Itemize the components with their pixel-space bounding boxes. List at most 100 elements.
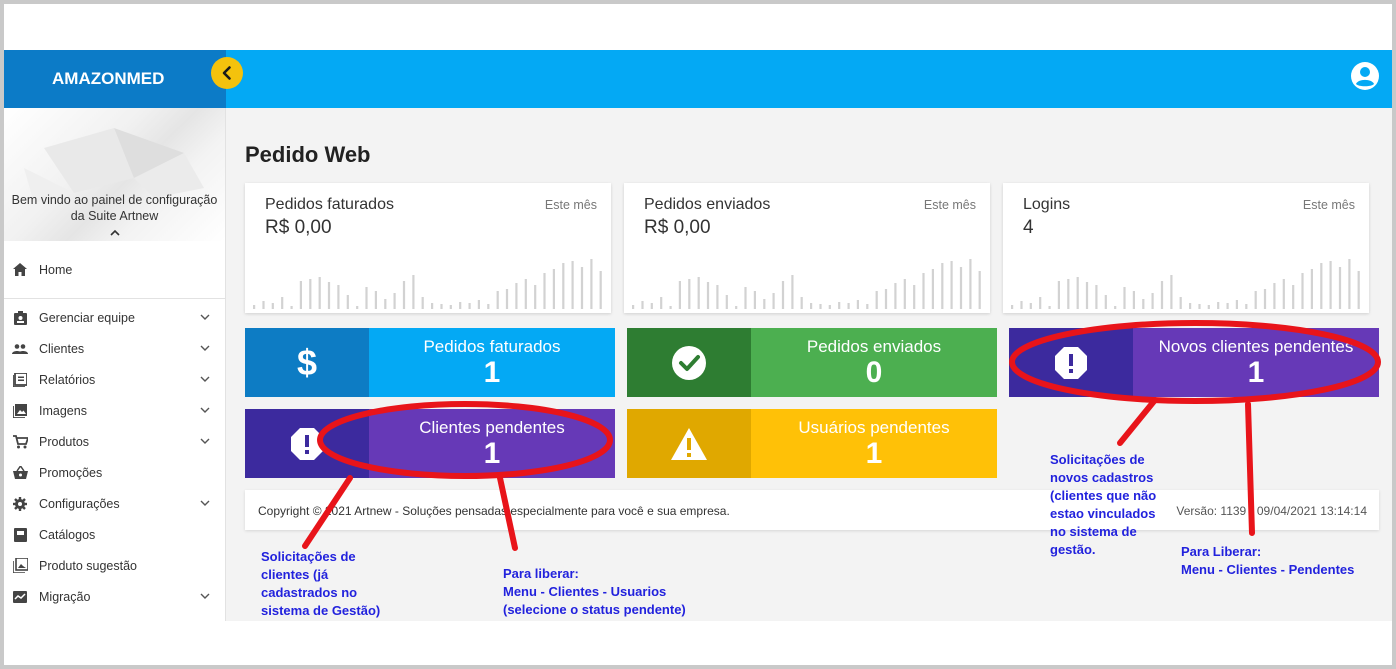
sparkline-bar xyxy=(1104,295,1107,309)
sparkline-bar xyxy=(524,279,527,309)
sparkline-bar xyxy=(819,304,822,309)
tile-icon-box xyxy=(627,328,751,397)
sparkline-bar xyxy=(669,306,672,309)
note-para-liberar-pendentes: Para Liberar: Menu - Clientes - Pendente… xyxy=(1181,543,1354,579)
brand-logo[interactable]: AMAZONMED xyxy=(4,50,226,108)
alert-octagon-icon xyxy=(291,427,323,460)
sidebar-item-gerenciar-equipe[interactable]: Gerenciar equipe xyxy=(4,302,225,333)
stat-value: 4 xyxy=(1023,217,1034,238)
sparkline-bar xyxy=(753,291,756,309)
tile-icon-box xyxy=(1009,328,1133,397)
sparkline-bar xyxy=(1301,273,1304,309)
collapse-banner-caret[interactable] xyxy=(4,226,225,240)
sidebar-item-configuracoes[interactable]: Configurações xyxy=(4,488,225,519)
sparkline-bar xyxy=(337,285,340,309)
gallery-icon xyxy=(12,558,28,574)
sparkline-bar xyxy=(552,269,555,309)
sparkline-bar xyxy=(1226,303,1229,309)
sparkline-bar xyxy=(744,287,747,309)
sparkline-bar xyxy=(487,304,490,309)
note-line: Menu - Clientes - Usuarios xyxy=(503,584,667,599)
chevron-down-icon xyxy=(200,500,210,506)
page-title: Pedido Web xyxy=(245,142,371,167)
sparkline-bar xyxy=(1114,306,1117,309)
note-novos-cadastros: Solicitações de novos cadastros (cliente… xyxy=(1050,451,1156,559)
sparkline-bar xyxy=(894,283,897,309)
bottom-blank-area xyxy=(4,621,1392,665)
sidebar-item-produto-sugestao[interactable]: Produto sugestão xyxy=(4,550,225,581)
tile-usuarios-pendentes[interactable]: Usuários pendentes 1 xyxy=(627,409,997,478)
stat-label: Pedidos faturados xyxy=(265,196,394,213)
check-circle-icon xyxy=(672,345,706,380)
note-line: (clientes que não xyxy=(1050,488,1157,503)
sparkline-bar xyxy=(1123,287,1126,309)
sidebar-item-label: Imagens xyxy=(39,403,87,418)
sparkline-bar xyxy=(1207,305,1210,309)
sparkline-bar xyxy=(318,277,321,309)
stat-value: R$ 0,00 xyxy=(644,217,711,238)
collapse-sidebar-button[interactable] xyxy=(211,57,243,89)
sparkline-bar xyxy=(384,299,387,309)
sparkline-bar xyxy=(791,275,794,309)
stat-card-logins: Logins 4 Este mês xyxy=(1003,183,1369,313)
sparkline-bar xyxy=(599,271,602,309)
sidebar-item-catalogos[interactable]: Catálogos xyxy=(4,519,225,550)
sparkline-bar xyxy=(1292,285,1295,309)
tile-pedidos-faturados[interactable]: $ Pedidos faturados 1 xyxy=(245,328,615,397)
sidebar-item-migracao[interactable]: Migração xyxy=(4,581,225,612)
sparkline-bar xyxy=(590,259,593,309)
sparkline-bar xyxy=(678,281,681,309)
note-line: novos cadastros xyxy=(1050,470,1154,485)
sidebar-item-promocoes[interactable]: Promoções xyxy=(4,457,225,488)
account-circle-icon[interactable] xyxy=(1350,61,1380,91)
sparkline-bar xyxy=(515,283,518,309)
stat-period: Este mês xyxy=(1302,198,1355,212)
home-icon xyxy=(12,262,28,278)
sidebar-item-relatorios[interactable]: Relatórios xyxy=(4,364,225,395)
tile-title: Pedidos enviados xyxy=(806,337,942,356)
chevron-down-icon xyxy=(200,407,210,413)
stat-period: Este mês xyxy=(544,198,597,212)
sparkline-bar xyxy=(884,289,888,309)
chevron-up-icon xyxy=(109,229,120,236)
sparkline-bars xyxy=(632,259,981,309)
tile-value: 1 xyxy=(865,437,883,470)
note-line: (selecione o status pendente) xyxy=(503,602,686,617)
tile-icon-box xyxy=(627,409,751,478)
tile-clientes-pendentes[interactable]: Clientes pendentes 1 xyxy=(245,409,615,478)
footer: Copyright © 2021 Artnew - Soluções pensa… xyxy=(245,490,1379,530)
sparkline-bar xyxy=(477,300,480,309)
sparkline-bar xyxy=(459,302,462,309)
tile-text: Pedidos faturados 1 xyxy=(369,328,615,397)
sidebar-item-label: Catálogos xyxy=(39,527,96,542)
sidebar-item-produtos[interactable]: Produtos xyxy=(4,426,225,457)
sparkline-bar xyxy=(941,263,944,309)
basket-icon xyxy=(12,465,28,481)
sparkline-bar xyxy=(1310,269,1313,309)
tile-text: Usuários pendentes 1 xyxy=(751,409,997,478)
sparkline-bar xyxy=(346,295,349,309)
sparkline-bar xyxy=(562,263,565,309)
tile-novos-clientes-pendentes[interactable]: Novos clientes pendentes 1 xyxy=(1009,328,1379,397)
sidebar-item-home[interactable]: Home xyxy=(4,241,225,299)
chevron-down-icon xyxy=(200,438,210,444)
sparkline-bar xyxy=(1273,283,1276,309)
sparkline-bar xyxy=(903,279,906,309)
sparkline-bar xyxy=(402,281,406,309)
tile-value: 0 xyxy=(865,356,883,389)
sparkline-bar xyxy=(1076,277,1079,309)
sparkline-bar xyxy=(978,271,981,309)
sparkline-bar xyxy=(716,285,719,309)
sparkline-bar xyxy=(1245,304,1248,309)
sparkline-bar xyxy=(1048,306,1051,309)
sparkline-bar xyxy=(1160,281,1164,309)
sidebar-item-clientes[interactable]: Clientes xyxy=(4,333,225,364)
sidebar-item-imagens[interactable]: Imagens xyxy=(4,395,225,426)
sparkline-bar xyxy=(1320,263,1323,309)
sparkline-bar xyxy=(847,303,850,309)
tile-pedidos-enviados[interactable]: Pedidos enviados 0 xyxy=(627,328,997,397)
sparkline-bar xyxy=(393,293,396,309)
chevron-down-icon xyxy=(200,593,210,599)
note-clientes-solicitacoes: Solicitações de clientes (já cadastrados… xyxy=(261,548,380,620)
sparkline-bar xyxy=(1348,259,1351,309)
